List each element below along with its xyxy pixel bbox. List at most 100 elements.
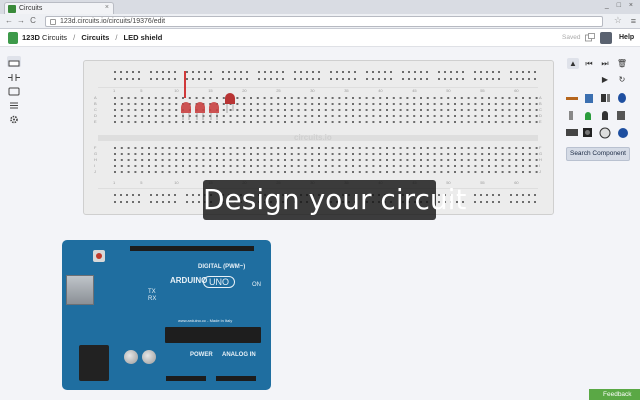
- row-letter: F: [94, 145, 97, 150]
- row-letter: I: [94, 163, 95, 168]
- 123d-logo-icon[interactable]: [8, 32, 18, 44]
- schematic-tool-button[interactable]: [7, 70, 21, 81]
- potentiometer-icon[interactable]: [585, 94, 593, 103]
- rx-label: RX: [148, 296, 157, 302]
- column-number: 1: [113, 180, 116, 185]
- row-letter: G: [94, 151, 97, 156]
- row-letter: F: [539, 145, 542, 150]
- row-letter: E: [539, 119, 542, 124]
- select-cursor-button[interactable]: ▲: [567, 58, 579, 69]
- column-number: 45: [412, 88, 417, 93]
- back-icon[interactable]: ←: [4, 16, 14, 25]
- digital-header[interactable]: [130, 246, 254, 251]
- page-icon: [50, 19, 56, 25]
- breadcrumb-circuits[interactable]: Circuits: [81, 33, 109, 42]
- column-number: 20: [242, 88, 247, 93]
- battery-icon[interactable]: [566, 129, 578, 136]
- bookmark-star-icon[interactable]: ☆: [614, 15, 622, 26]
- column-number: 25: [276, 88, 281, 93]
- row-letter: B: [539, 101, 542, 106]
- tx-label: TX: [148, 289, 156, 295]
- column-number: 15: [208, 88, 213, 93]
- pcb-icon: [8, 87, 20, 96]
- row-letter: D: [539, 113, 542, 118]
- reset-button[interactable]: [93, 250, 105, 262]
- avatar[interactable]: [600, 32, 612, 44]
- mosfet-icon[interactable]: [617, 111, 625, 120]
- row-letter: A: [539, 95, 542, 100]
- row-letter: G: [539, 151, 542, 156]
- column-number: 30: [310, 88, 315, 93]
- forward-icon[interactable]: →: [16, 16, 26, 25]
- breadboard-icon: [8, 60, 20, 67]
- tab-title: Circuits: [19, 5, 43, 12]
- share-icon[interactable]: [585, 33, 595, 42]
- breadcrumb-separator: /: [115, 33, 118, 42]
- row-letter: H: [539, 157, 542, 162]
- column-number: 60: [514, 88, 519, 93]
- column-number: 55: [480, 88, 485, 93]
- power-jack: [79, 345, 109, 381]
- row-letter: A: [94, 95, 97, 100]
- buzzer-icon[interactable]: [599, 127, 611, 139]
- row-letter: E: [94, 119, 97, 124]
- tour-tooltip: Design your circuit: [203, 180, 466, 220]
- diode-icon[interactable]: [569, 111, 573, 120]
- capacitor-icon[interactable]: [601, 94, 610, 102]
- transistor-icon[interactable]: [602, 111, 608, 120]
- browser-tab[interactable]: Circuits ×: [4, 2, 114, 14]
- led-icon[interactable]: [585, 112, 591, 120]
- brand-suffix[interactable]: Circuits: [42, 33, 67, 42]
- gear-icon: [10, 115, 18, 124]
- settings-tool-button[interactable]: [7, 112, 21, 124]
- help-link[interactable]: Help: [619, 34, 634, 41]
- arduino-model: UNO: [203, 276, 235, 288]
- app-header: 123D Circuits / Circuits / LED shield Sa…: [0, 29, 640, 47]
- analog-header[interactable]: [216, 376, 256, 381]
- breadcrumb: 123D Circuits / Circuits / LED shield: [22, 33, 162, 42]
- on-label: ON: [252, 282, 261, 288]
- breadcrumb-project[interactable]: LED shield: [124, 33, 163, 42]
- browser-menu-icon[interactable]: ≡: [631, 16, 636, 26]
- browser-toolbar: ← → C 123d.circuits.io/circuits/19376/ed…: [0, 14, 640, 29]
- arduino-brand: ARDUINO: [170, 276, 208, 285]
- schematic-icon: [8, 74, 20, 81]
- row-letter: B: [94, 101, 97, 106]
- column-number: 5: [140, 88, 143, 93]
- column-number: 5: [140, 180, 143, 185]
- column-number: 60: [514, 180, 519, 185]
- feedback-button[interactable]: Feedback: [589, 389, 640, 400]
- window-controls[interactable]: _ □ ×: [605, 2, 636, 9]
- power-header[interactable]: [166, 376, 206, 381]
- list-icon: [10, 102, 18, 109]
- motor-icon[interactable]: [618, 128, 628, 138]
- power-label: POWER: [190, 352, 213, 358]
- tab-close-icon[interactable]: ×: [105, 4, 109, 11]
- address-bar[interactable]: 123d.circuits.io/circuits/19376/edit: [45, 16, 603, 27]
- reload-icon[interactable]: C: [28, 16, 38, 25]
- brand-name[interactable]: 123D: [22, 33, 40, 42]
- column-number: 10: [174, 180, 179, 185]
- search-component-button[interactable]: Search Component: [566, 147, 630, 161]
- row-letter: C: [94, 107, 97, 112]
- capacitor: [142, 350, 156, 364]
- step-back-icon[interactable]: ⏮: [583, 58, 595, 69]
- breadcrumb-separator: /: [73, 33, 76, 42]
- feedback-label: Feedback: [603, 391, 632, 398]
- refresh-icon[interactable]: ↻: [616, 74, 628, 85]
- breadboard-tool-button[interactable]: [7, 56, 21, 67]
- parts-list-tool-button[interactable]: [7, 98, 21, 109]
- button-icon[interactable]: [583, 128, 592, 137]
- row-letter: J: [94, 169, 96, 174]
- capacitor: [124, 350, 138, 364]
- row-letter: I: [539, 163, 540, 168]
- play-simulation-icon[interactable]: ▶: [599, 74, 611, 85]
- component-palette: [566, 93, 628, 139]
- row-letter: H: [94, 157, 97, 162]
- electrolytic-capacitor-icon[interactable]: [618, 93, 626, 103]
- pcb-tool-button[interactable]: [7, 84, 21, 96]
- column-number: 35: [344, 88, 349, 93]
- resistor-icon[interactable]: [566, 97, 578, 100]
- step-forward-icon[interactable]: ⏭: [599, 58, 611, 69]
- trash-icon[interactable]: 🗑: [616, 58, 628, 69]
